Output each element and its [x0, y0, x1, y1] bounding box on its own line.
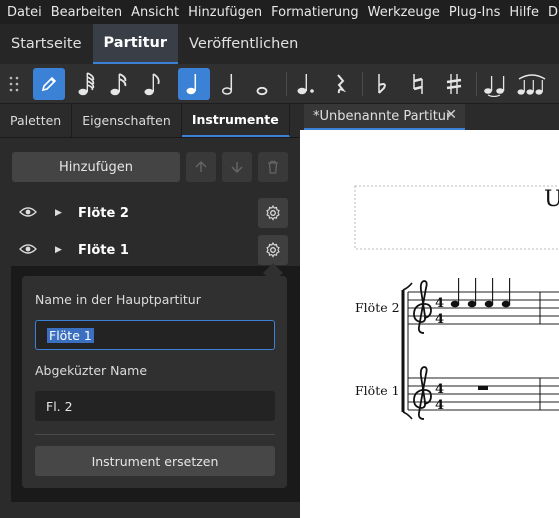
tab-paletten[interactable]: Paletten	[0, 104, 73, 137]
grip-handle-icon[interactable]	[4, 68, 24, 100]
menu-datei[interactable]: Datei	[7, 5, 42, 20]
workspace-tabs: Startseite Partitur Veröffentlichen	[0, 24, 559, 64]
menu-plugins[interactable]: Plug-Ins	[449, 5, 500, 20]
toolbar-separator	[476, 72, 477, 96]
full-name-value: Flöte 1	[47, 327, 94, 343]
menu-hinzufuegen[interactable]: Hinzufügen	[188, 5, 262, 20]
score-tab-bar: *Unbenannte Partitur ✕	[300, 104, 559, 130]
tie-icon[interactable]	[481, 68, 511, 100]
instrument-name: Flöte 1	[78, 242, 129, 258]
note-input-toolbar	[0, 64, 559, 104]
gear-icon	[266, 205, 280, 221]
expand-arrow-icon[interactable]: ▶	[55, 245, 62, 255]
score-tab-title: *Unbenannte Partitur	[313, 108, 452, 124]
arrow-down-icon	[231, 162, 243, 173]
score-tab[interactable]: *Unbenannte Partitur ✕	[304, 104, 465, 130]
tab-instrumente[interactable]: Instrumente	[181, 104, 290, 137]
tab-eigenschaften[interactable]: Eigenschaften	[72, 104, 182, 137]
panel-tabs: Paletten Eigenschaften Instrumente ⋯	[0, 104, 316, 138]
rest-icon[interactable]	[326, 68, 354, 100]
expand-arrow-icon[interactable]: ▶	[55, 208, 62, 218]
short-name-label: Abgeküzter Name	[35, 363, 148, 378]
tab-startseite[interactable]: Startseite	[0, 24, 93, 64]
whole-rest	[478, 386, 488, 390]
full-name-field[interactable]: Flöte 1	[35, 320, 275, 350]
instrument-row[interactable]: ▶ Flöte 1	[0, 232, 300, 268]
score-title: U	[544, 187, 559, 212]
note	[467, 300, 477, 308]
title-frame	[354, 185, 559, 250]
instrument-settings-button[interactable]	[258, 235, 288, 265]
time-signature-top: 4	[435, 296, 444, 311]
16th-note-icon[interactable]	[140, 68, 168, 100]
quarter-note-icon[interactable]	[178, 68, 210, 100]
menu-bearbeiten[interactable]: Bearbeiten	[51, 5, 122, 20]
whole-note-icon[interactable]	[248, 68, 276, 100]
close-icon[interactable]: ✕	[445, 107, 457, 123]
move-down-button[interactable]	[222, 152, 252, 182]
replace-instrument-button[interactable]: Instrument ersetzen	[35, 446, 275, 476]
flat-icon[interactable]	[368, 68, 396, 100]
time-signature-bottom: 4	[435, 312, 444, 327]
eye-icon[interactable]	[19, 243, 37, 255]
instrument-name: Flöte 2	[78, 205, 129, 221]
toolbar-separator	[362, 72, 363, 96]
half-note-icon[interactable]	[216, 68, 244, 100]
note	[484, 300, 494, 308]
menu-hilfe[interactable]: Hilfe	[509, 5, 539, 20]
32nd-note-icon[interactable]	[106, 68, 134, 100]
instrument-row[interactable]: ▶ Flöte 2	[0, 195, 300, 231]
time-signature-top: 4	[435, 382, 444, 397]
note-input-pen-icon[interactable]	[33, 68, 65, 100]
slur-icon[interactable]	[515, 68, 549, 100]
gear-icon	[266, 242, 280, 258]
natural-icon[interactable]	[404, 68, 432, 100]
eye-icon[interactable]	[19, 206, 37, 218]
treble-clef-icon	[413, 366, 432, 420]
64th-note-icon[interactable]	[74, 68, 102, 100]
score-view[interactable]: U 4 4 4 4 Flöte 2 Flöte 1	[300, 130, 559, 518]
menu-diagnose[interactable]: Diag	[548, 5, 559, 20]
instrument-settings-button[interactable]	[258, 198, 288, 228]
menu-ansicht[interactable]: Ansicht	[131, 5, 179, 20]
full-name-label: Name in der Hauptpartitur	[35, 292, 201, 307]
toolbar-separator	[286, 72, 287, 96]
sharp-icon[interactable]	[440, 68, 468, 100]
treble-clef-icon	[413, 280, 432, 334]
delete-button[interactable]	[258, 152, 288, 182]
menu-formatierung[interactable]: Formatierung	[271, 5, 359, 20]
tab-veroeffentlichen[interactable]: Veröffentlichen	[178, 24, 309, 64]
staff-label-flote-1: Flöte 1	[355, 383, 400, 398]
tab-partitur[interactable]: Partitur	[92, 24, 179, 64]
short-name-value: Fl. 2	[46, 398, 73, 414]
add-instrument-button[interactable]: Hinzufügen	[12, 152, 180, 182]
move-up-button[interactable]	[186, 152, 216, 182]
short-name-field[interactable]: Fl. 2	[35, 391, 275, 421]
menu-bar: Datei Bearbeiten Ansicht Hinzufügen Form…	[0, 0, 559, 24]
note	[450, 300, 460, 308]
popup-divider	[35, 434, 275, 435]
menu-werkzeuge[interactable]: Werkzeuge	[368, 5, 440, 20]
arrow-up-icon	[195, 161, 207, 172]
staff-label-flote-2: Flöte 2	[355, 300, 400, 315]
augmentation-dot-icon[interactable]	[292, 68, 320, 100]
note	[501, 300, 511, 308]
trash-icon	[268, 160, 278, 174]
time-signature-bottom: 4	[435, 398, 444, 413]
